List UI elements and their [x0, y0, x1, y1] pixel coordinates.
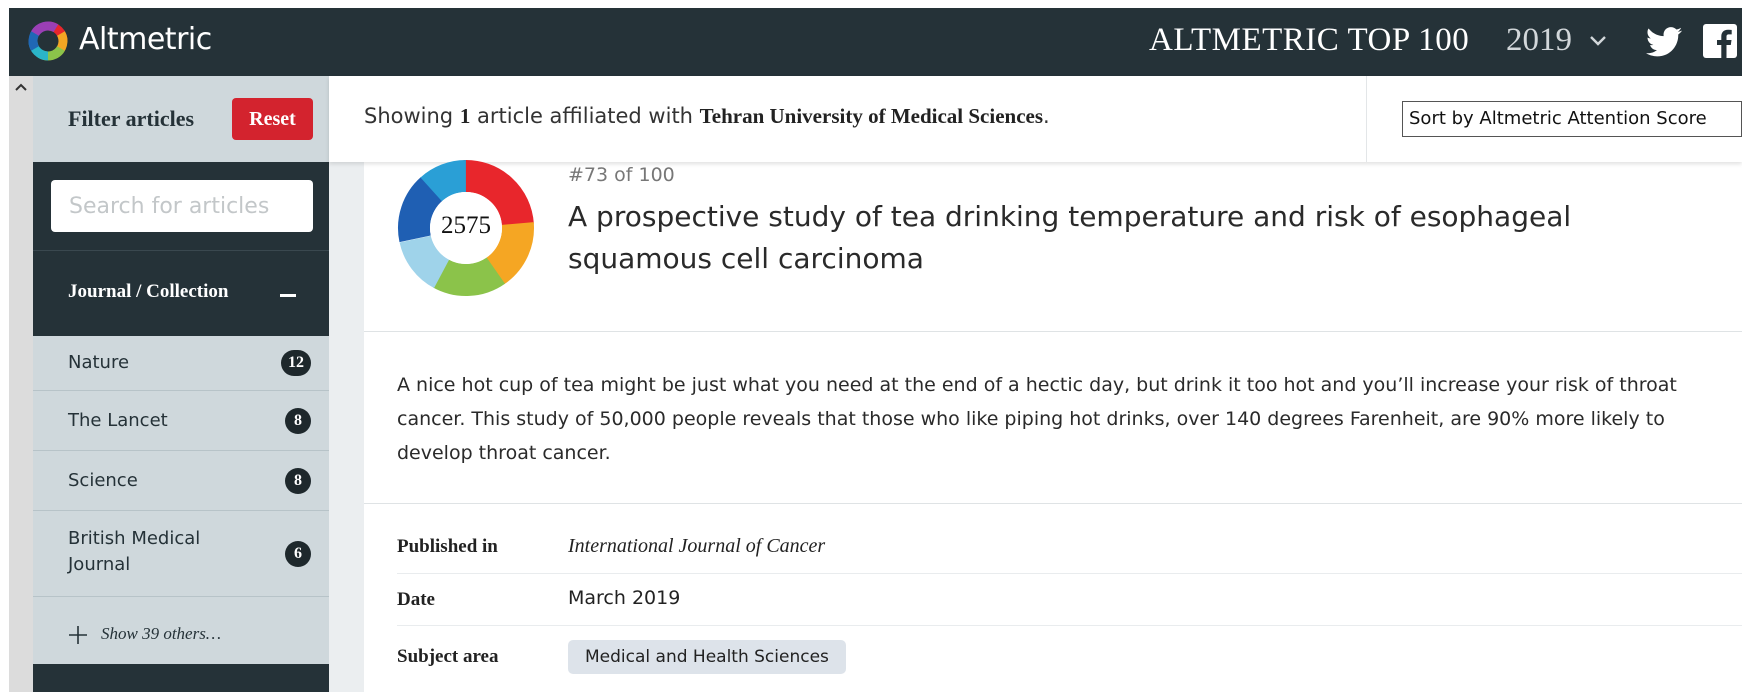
results-suffix: . — [1043, 104, 1050, 128]
chevron-up-icon[interactable] — [13, 80, 29, 94]
journal-item-label: British Medical Journal — [68, 528, 201, 575]
article-summary: A nice hot cup of tea might be just what… — [397, 374, 1677, 464]
article-title[interactable]: A prospective study of tea drinking temp… — [568, 196, 1668, 280]
date-label: Date — [397, 589, 435, 610]
results-middle: article affiliated with — [477, 104, 693, 128]
sidebar-footer — [33, 664, 329, 692]
reset-button[interactable]: Reset — [232, 98, 313, 140]
journal-item-nature[interactable]: Nature 12 — [33, 336, 329, 391]
published-label: Published in — [397, 536, 498, 557]
show-more-link[interactable]: Show 39 others… — [101, 624, 221, 644]
top-header: Altmetric ALTMETRIC TOP 100 2019 — [9, 8, 1742, 76]
results-divider — [1366, 76, 1367, 162]
article-rank: #73 of 100 — [568, 164, 675, 186]
facebook-icon[interactable] — [1703, 24, 1737, 58]
year-selector[interactable]: 2019 — [1506, 22, 1572, 59]
results-summary: Showing 1 article affiliated with Tehran… — [364, 104, 1050, 129]
journal-item-british-medical-journal[interactable]: British Medical Journal 6 — [33, 511, 329, 597]
search-container — [33, 162, 329, 250]
journal-item-the-lancet[interactable]: The Lancet 8 — [33, 391, 329, 451]
filter-header: Filter articles Reset — [33, 76, 329, 162]
date-value: March 2019 — [568, 587, 681, 609]
meta-divider — [397, 625, 1742, 626]
subject-label: Subject area — [397, 646, 499, 667]
brand-name[interactable]: Altmetric — [79, 22, 212, 57]
journal-name: International Journal of Cancer — [568, 535, 826, 557]
chevron-down-icon[interactable] — [1589, 34, 1607, 48]
results-count: 1 — [459, 104, 471, 128]
count-badge: 6 — [285, 541, 311, 567]
journal-item-label: Science — [68, 470, 138, 491]
journal-collection-title: Journal / Collection — [68, 281, 229, 302]
sort-select[interactable]: Sort by Altmetric Attention Score — [1402, 101, 1742, 137]
institution-name: Tehran University of Medical Sciences — [699, 104, 1044, 128]
journal-item-label: The Lancet — [68, 410, 168, 431]
results-bar: Showing 1 article affiliated with Tehran… — [329, 76, 1742, 162]
section-divider — [364, 331, 1742, 332]
journal-collection-header[interactable]: Journal / Collection — [33, 250, 329, 336]
journal-item-science[interactable]: Science 8 — [33, 451, 329, 511]
count-badge: 12 — [281, 350, 311, 376]
plus-icon[interactable] — [68, 625, 88, 645]
section-divider — [364, 503, 1742, 504]
subject-tag[interactable]: Medical and Health Sciences — [568, 640, 846, 674]
attention-score: 2575 — [441, 212, 491, 239]
count-badge: 8 — [285, 408, 311, 434]
filter-sidebar: Filter articles Reset Journal / Collecti… — [33, 76, 329, 692]
page-scrollbar[interactable] — [9, 76, 33, 692]
count-badge: 8 — [285, 468, 311, 494]
twitter-icon[interactable] — [1646, 26, 1682, 58]
results-prefix: Showing — [364, 104, 454, 128]
filter-title: Filter articles — [68, 106, 195, 131]
search-input[interactable] — [51, 180, 313, 232]
page-title: ALTMETRIC TOP 100 — [1149, 22, 1470, 58]
meta-divider — [397, 573, 1742, 574]
collapse-icon[interactable] — [280, 294, 296, 297]
altmetric-logo-icon[interactable] — [27, 20, 69, 62]
journal-item-label: Nature — [68, 352, 130, 373]
